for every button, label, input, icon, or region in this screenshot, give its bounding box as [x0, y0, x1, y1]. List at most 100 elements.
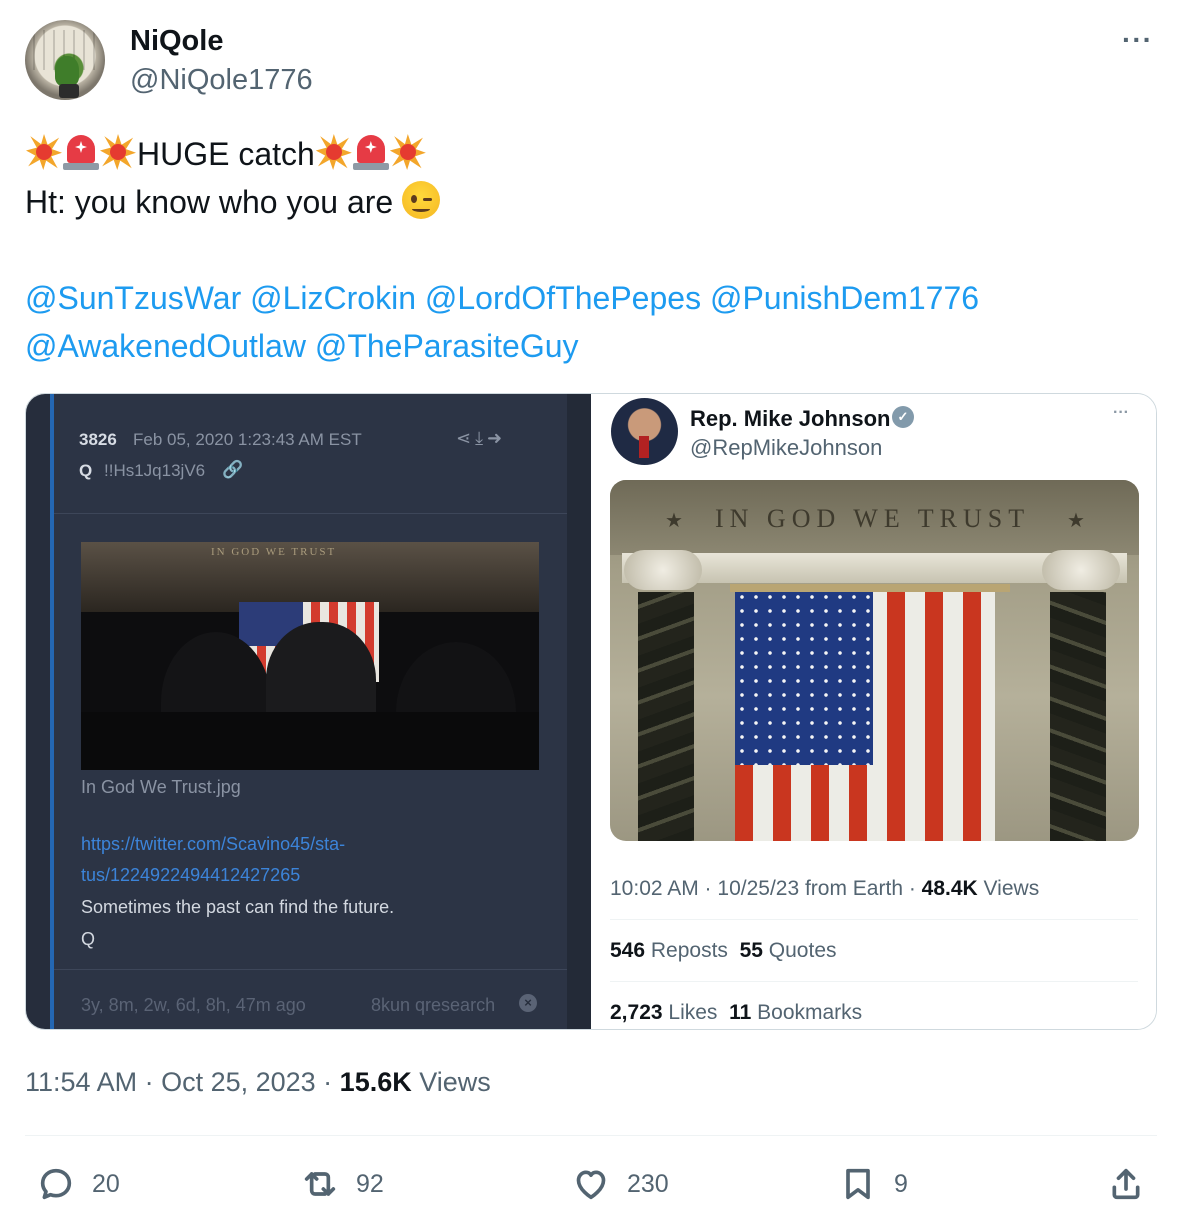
- tweet-media[interactable]: 3826 Feb 05, 2020 1:23:43 AM EST ⋖⤓➜ Q !…: [25, 393, 1157, 1030]
- embedded-time: 10:02 AM · 10/25/23 from Earth ·: [610, 877, 922, 900]
- qpost-number: 3826: [79, 430, 117, 449]
- reply-icon: [40, 1168, 72, 1200]
- qpost-message: Sometimes the past can find the future.: [81, 897, 395, 917]
- tweet-views-label: Views: [411, 1067, 491, 1097]
- star-icon: ★: [1067, 510, 1085, 532]
- author-handle[interactable]: @NiQole1776: [130, 64, 313, 97]
- tweet-line-1: HUGE catch: [25, 130, 1155, 178]
- eimg-flag-rod: [730, 584, 1010, 592]
- bookmark-button[interactable]: 9: [838, 1162, 908, 1206]
- tweet-headline: HUGE catch: [137, 136, 315, 172]
- qpost-image: IN GOD WE TRUST: [81, 542, 539, 770]
- embedded-image: ★ IN GOD WE TRUST ★: [610, 480, 1139, 841]
- eimg-column: [638, 592, 694, 841]
- eimg-inscription: IN GOD WE TRUST: [715, 504, 1031, 533]
- more-options-icon[interactable]: ···: [1122, 24, 1153, 56]
- tweet-timestamp[interactable]: 11:54 AM · Oct 25, 2023 · 15.6K Views: [25, 1067, 491, 1098]
- qpost-date: Feb 05, 2020 1:23:43 AM EST: [133, 430, 362, 449]
- qpost-divider: [54, 969, 567, 970]
- reply-button[interactable]: 20: [36, 1162, 120, 1206]
- eimg-flag-canton: [735, 590, 873, 765]
- siren-emoji-icon: [63, 133, 99, 171]
- embedded-handle: @RepMikeJohnson: [690, 435, 883, 460]
- embedded-avatar: [611, 398, 678, 465]
- embedded-stats-row: 2,723 Likes 11 Bookmarks: [610, 1001, 862, 1025]
- star-icon: ★: [665, 510, 683, 532]
- repost-count: 92: [356, 1169, 384, 1198]
- embedded-quotes-label: Quotes: [762, 939, 837, 962]
- tweet-hat-tip: Ht: you know who you are: [25, 184, 403, 220]
- qpost-tripcode: !!Hs1Jq13jV6: [104, 461, 206, 480]
- share-icon: [1112, 1168, 1140, 1200]
- embedded-stats-row: 546 Reposts 55 Quotes: [610, 939, 837, 963]
- qpost-signature: Q: [81, 929, 96, 949]
- qpost-share-download-icons: ⋖⤓➜: [456, 428, 507, 448]
- embedded-likes-label: Likes: [662, 1001, 718, 1024]
- embedded-display-name: Rep. Mike Johnson: [690, 406, 891, 431]
- tweet-time-date[interactable]: 11:54 AM · Oct 25, 2023 ·: [25, 1067, 340, 1097]
- close-circle-icon: ×: [519, 994, 537, 1012]
- like-button[interactable]: 230: [571, 1162, 669, 1206]
- qpost-source: 8kun qresearch: [371, 995, 496, 1015]
- winking-face-emoji-icon: [402, 181, 441, 219]
- repost-icon: [304, 1172, 336, 1196]
- embedded-bookmarks-label: Bookmarks: [751, 1001, 863, 1024]
- qpost-filename: In God We Trust.jpg: [81, 777, 241, 797]
- tweet-text: HUGE catch Ht: you know who you are @Sun…: [25, 130, 1155, 370]
- embedded-views-label: Views: [977, 877, 1040, 900]
- embedded-quotes-count: 55: [739, 939, 763, 962]
- embedded-views-count: 48.4K: [921, 877, 978, 900]
- siren-emoji-icon: [352, 133, 389, 171]
- qpost-divider: [54, 513, 567, 514]
- embedded-meta: 10:02 AM · 10/25/23 from Earth · 48.4K V…: [610, 877, 1039, 901]
- like-icon: [576, 1170, 606, 1200]
- embedded-likes-count: 2,723: [610, 1001, 663, 1024]
- collision-emoji-icon: [389, 133, 427, 171]
- embedded-bookmarks-count: 11: [729, 1001, 752, 1024]
- mention-link[interactable]: @PunishDem1776: [710, 280, 979, 316]
- mentions-line-1: @SunTzusWar @LizCrokin @LordOfThePepes @…: [25, 274, 1155, 322]
- verified-icon: ✓: [892, 406, 914, 428]
- repost-button[interactable]: 92: [300, 1162, 384, 1206]
- eimg-flag-stripes: [735, 765, 873, 841]
- actions-divider: [25, 1135, 1157, 1136]
- mention-link[interactable]: @SunTzusWar: [25, 280, 241, 316]
- embedded-divider: [610, 919, 1138, 920]
- qpost-age: 3y, 8m, 2w, 6d, 8h, 47m ago: [81, 995, 306, 1015]
- share-button[interactable]: [1106, 1162, 1146, 1206]
- qpost-author: Q: [79, 461, 93, 480]
- qimg-inscription: IN GOD WE TRUST: [211, 546, 337, 558]
- like-count: 230: [627, 1169, 669, 1198]
- avatar-figure: [55, 56, 79, 86]
- qpost-screenshot[interactable]: 3826 Feb 05, 2020 1:23:43 AM EST ⋖⤓➜ Q !…: [26, 394, 591, 1029]
- bookmark-icon: [846, 1168, 870, 1200]
- author-avatar[interactable]: [25, 20, 105, 100]
- reply-count: 20: [92, 1169, 120, 1198]
- qpost-url-line2: tus/1224922494412427265: [81, 865, 301, 885]
- embedded-reposts-label: Reposts: [645, 939, 728, 962]
- link-icon: 🔗: [222, 460, 244, 479]
- mention-link[interactable]: @AwakenedOutlaw: [25, 328, 306, 364]
- eimg-capital: [624, 550, 702, 590]
- mention-link[interactable]: @LizCrokin: [250, 280, 416, 316]
- embedded-reposts-count: 546: [610, 939, 646, 962]
- qpost-url-line1: https://twitter.com/Scavino45/sta-: [81, 834, 346, 854]
- qpost-side-strip: [567, 394, 591, 1029]
- embedded-tweet-screenshot[interactable]: Rep. Mike Johnson ✓ @RepMikeJohnson ··· …: [591, 394, 1156, 1029]
- collision-emoji-icon: [315, 133, 353, 171]
- mention-link[interactable]: @LordOfThePepes: [425, 280, 701, 316]
- tweet-views-count: 15.6K: [339, 1067, 412, 1097]
- bookmark-count: 9: [894, 1169, 908, 1198]
- tweet-line-2: Ht: you know who you are: [25, 178, 1155, 226]
- embedded-divider: [610, 981, 1138, 982]
- mentions-line-2: @AwakenedOutlaw @TheParasiteGuy: [25, 322, 1155, 370]
- author-display-name[interactable]: NiQole: [130, 25, 223, 58]
- eimg-capital: [1042, 550, 1120, 590]
- collision-emoji-icon: [25, 133, 63, 171]
- mention-link[interactable]: @TheParasiteGuy: [315, 328, 579, 364]
- collision-emoji-icon: [99, 133, 137, 171]
- avatar-figure-base: [59, 84, 79, 98]
- eimg-column: [1050, 592, 1106, 841]
- qimg-foreground: [81, 712, 539, 770]
